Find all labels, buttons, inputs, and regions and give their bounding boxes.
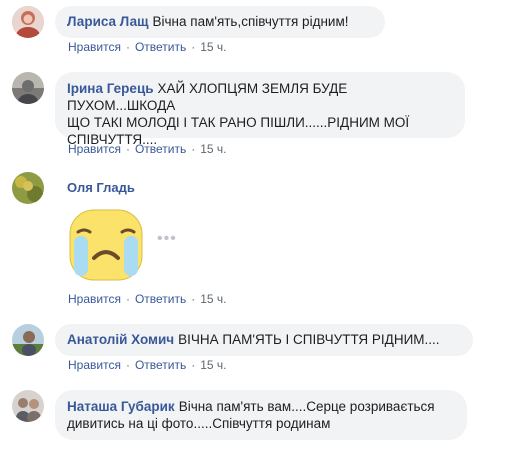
crying-face-sticker (64, 202, 148, 286)
separator-dot: · (191, 142, 196, 156)
reply-link[interactable]: Ответить (135, 292, 186, 306)
comment-bubble: Лариса Лащ Вічна пам'ять,співчуття рідним… (55, 6, 385, 38)
timestamp[interactable]: 15 ч. (200, 142, 226, 156)
timestamp[interactable]: 15 ч. (200, 40, 226, 54)
separator-dot: · (125, 40, 130, 54)
comment-text: Вічна пам'ять,співчуття рідним! (152, 14, 349, 29)
comment-bubble: Ірина Герець ХАЙ ХЛОПЦЯМ ЗЕМЛЯ БУДЕ ПУХОМ… (55, 72, 465, 147)
reply-link[interactable]: Ответить (135, 142, 186, 156)
comment-text: ВІЧНА ПАМ'ЯТЬ І СПІВЧУТТЯ РІДНИМ.... (178, 332, 440, 347)
avatar[interactable] (12, 72, 44, 104)
separator-dot: · (191, 292, 196, 306)
comment-author[interactable]: Наташа Губарик (67, 399, 175, 414)
like-link[interactable]: Нравится (68, 40, 121, 54)
comment-bubble: Анатолій Хомич ВІЧНА ПАМ'ЯТЬ І СПІВЧУТТЯ … (55, 324, 473, 356)
reply-link[interactable]: Ответить (135, 358, 186, 372)
like-link[interactable]: Нравится (68, 358, 121, 372)
comment-author[interactable]: Анатолій Хомич (67, 332, 174, 347)
comment-text-line: ЩО ТАКІ МОЛОДІ І ТАК РАНО ПІШЛИ......РІД… (67, 115, 410, 130)
separator-dot: · (191, 358, 196, 372)
comment-bubble: Наташа Губарик Вічна пам'ять вам....Серце… (55, 390, 467, 440)
comment-author[interactable]: Лариса Лащ (67, 14, 149, 29)
timestamp[interactable]: 15 ч. (200, 292, 226, 306)
comment-author[interactable]: Ірина Герець (67, 81, 154, 96)
separator-dot: · (191, 40, 196, 54)
timestamp[interactable]: 15 ч. (200, 358, 226, 372)
comment-actions: Нравится · Ответить · 15 ч. (68, 358, 227, 372)
avatar[interactable] (12, 324, 44, 356)
comment-author[interactable]: Оля Гладь (67, 180, 135, 195)
comment-text-line: дивитись на ці фото.....Співчуття родина… (67, 416, 331, 431)
comment-actions: Нравится · Ответить · 15 ч. (68, 142, 227, 156)
comment-actions: Нравится · Ответить · 15 ч. (68, 40, 227, 54)
avatar[interactable] (12, 390, 44, 422)
separator-dot: · (125, 142, 130, 156)
avatar[interactable] (12, 172, 44, 204)
separator-dot: · (125, 292, 130, 306)
comment-actions: Нравится · Ответить · 15 ч. (68, 292, 227, 306)
more-options-icon[interactable]: ••• (157, 230, 177, 248)
comment-text-line: Вічна пам'ять вам....Серце розривається (178, 399, 435, 414)
separator-dot: · (125, 358, 130, 372)
like-link[interactable]: Нравится (68, 292, 121, 306)
like-link[interactable]: Нравится (68, 142, 121, 156)
avatar[interactable] (12, 6, 44, 38)
reply-link[interactable]: Ответить (135, 40, 186, 54)
